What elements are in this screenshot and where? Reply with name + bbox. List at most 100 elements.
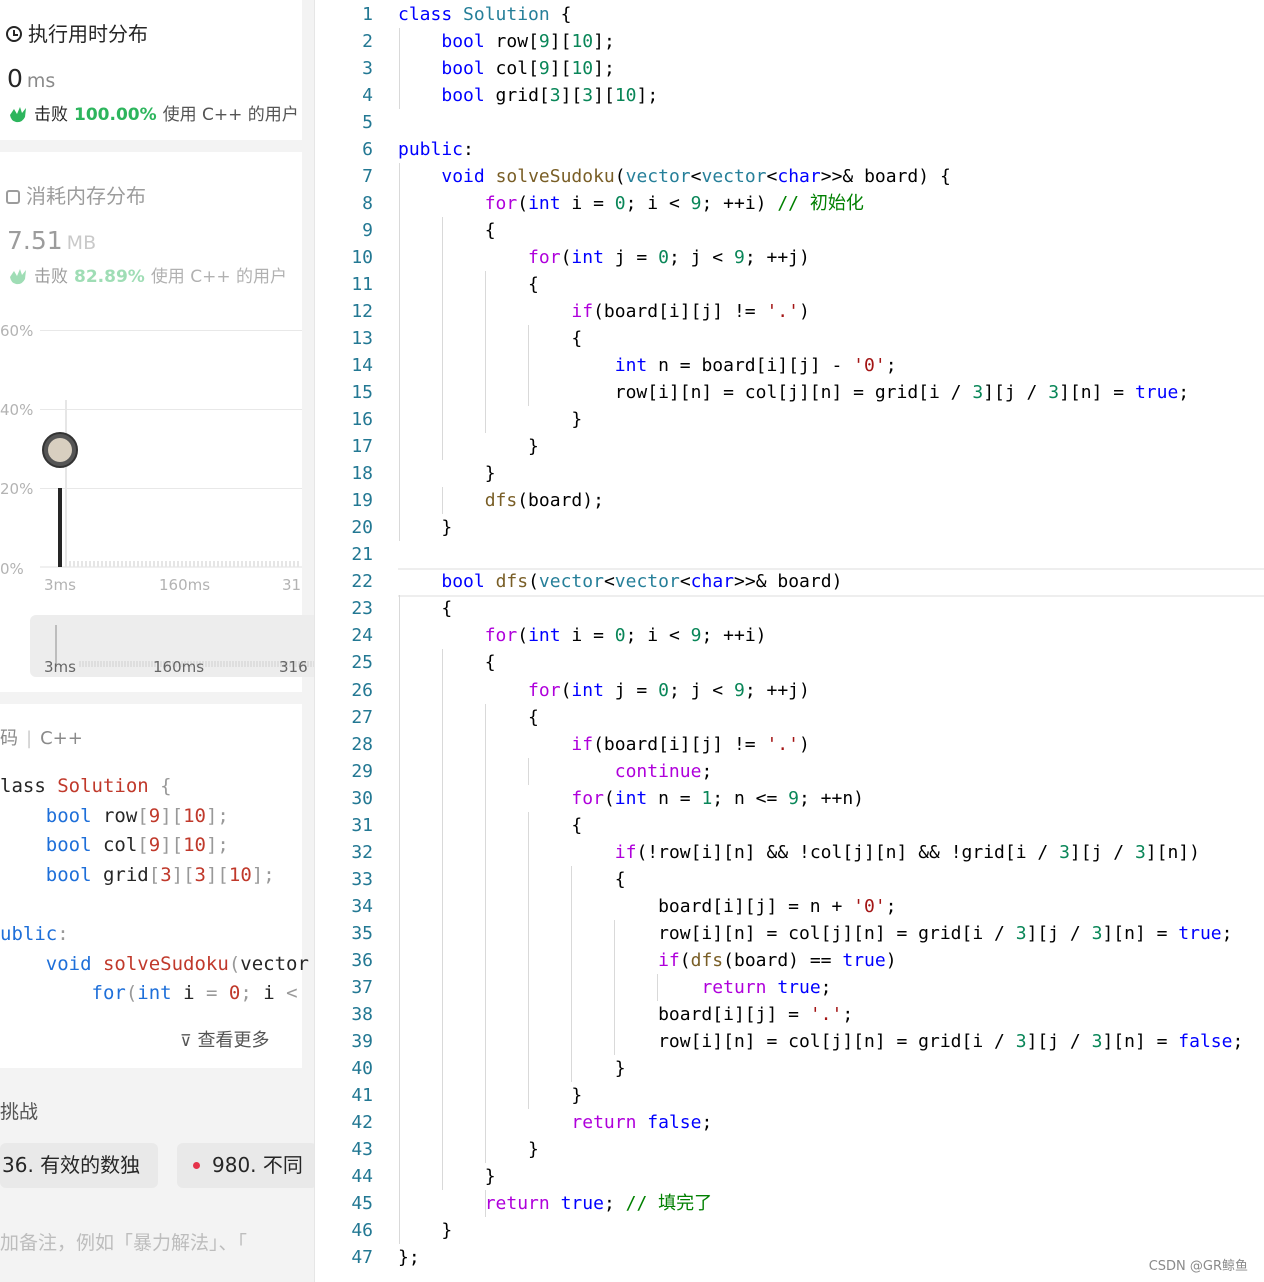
- preview-line: bool grid[3][3][10];: [45, 863, 275, 886]
- code-line[interactable]: 37 return true;: [316, 974, 1264, 1001]
- code-text: void solveSudoku(vector<vector<char>>& b…: [441, 166, 951, 188]
- x-tick: 160ms: [159, 576, 211, 594]
- line-number: 5: [362, 112, 373, 134]
- code-text: if(dfs(board) == true): [658, 949, 897, 971]
- code-line[interactable]: 35 row[i][n] = col[j][n] = grid[i / 3][j…: [316, 920, 1264, 947]
- code-text: }: [398, 463, 496, 485]
- line-number: 9: [362, 220, 373, 242]
- code-line[interactable]: 17 }: [316, 433, 1264, 460]
- code-line[interactable]: 40 }: [316, 1055, 1264, 1082]
- line-number: 42: [351, 1111, 373, 1133]
- code-editor[interactable]: 1 class Solution {2 bool row[9][10]; 3 boo…: [316, 0, 1264, 1282]
- code-line[interactable]: 16 }: [316, 406, 1264, 433]
- code-line[interactable]: 4 bool grid[3][3][10];: [316, 82, 1264, 109]
- code-line[interactable]: 28 if(board[i][j] != '.'): [316, 731, 1264, 758]
- code-line[interactable]: 5: [316, 109, 1264, 136]
- code-line[interactable]: 34 board[i][j] = n + '0';: [316, 893, 1264, 920]
- chart-plot: [40, 400, 302, 568]
- code-line[interactable]: 39 row[i][n] = col[j][n] = grid[i / 3][j…: [316, 1028, 1264, 1055]
- code-line[interactable]: 44 }: [316, 1163, 1264, 1190]
- code-line[interactable]: 29 continue;: [316, 758, 1264, 785]
- line-number: 30: [351, 787, 373, 809]
- code-text: return true;: [701, 976, 832, 998]
- difficulty-dot: [193, 1162, 200, 1169]
- code-line[interactable]: 8 for(int i = 0; i < 9; ++i) // 初始化: [316, 190, 1264, 217]
- line-number: 32: [351, 841, 373, 863]
- avatar[interactable]: [42, 432, 78, 468]
- code-line[interactable]: 9 {: [316, 217, 1264, 244]
- line-number: 20: [351, 517, 373, 539]
- code-line[interactable]: 26 for(int j = 0; j < 9; ++j): [316, 677, 1264, 704]
- code-line[interactable]: 22 bool dfs(vector<vector<char>>& board): [316, 568, 1264, 595]
- line-number: 16: [351, 409, 373, 431]
- line-number: 24: [351, 625, 373, 647]
- line-number: 8: [362, 193, 373, 215]
- code-line[interactable]: 33 {: [316, 866, 1264, 893]
- note-input[interactable]: 加备注，例如「暴力解法」、「: [0, 1228, 247, 1255]
- code-line[interactable]: 20 }: [316, 514, 1264, 541]
- code-line[interactable]: 18 }: [316, 460, 1264, 487]
- code-text: }: [398, 1138, 539, 1160]
- code-lang-label: 码 | C++: [0, 728, 83, 749]
- code-line[interactable]: 23 {: [316, 595, 1264, 622]
- code-line[interactable]: 1 class Solution {: [316, 1, 1264, 28]
- line-number: 40: [351, 1057, 373, 1079]
- line-number: 45: [351, 1192, 373, 1214]
- code-line[interactable]: 45 return true; // 填完了: [316, 1190, 1264, 1217]
- show-more-button[interactable]: ⊽ 查看更多: [180, 1026, 269, 1052]
- code-line[interactable]: 32 if(!row[i][n] && !col[j][n] && !grid[…: [316, 839, 1264, 866]
- line-number: 33: [351, 868, 373, 890]
- code-line[interactable]: 41 }: [316, 1082, 1264, 1109]
- code-line[interactable]: 36 if(dfs(board) == true): [316, 947, 1264, 974]
- code-line[interactable]: 15 row[i][n] = col[j][n] = grid[i / 3][j…: [316, 379, 1264, 406]
- watermark: CSDN @GR鲸鱼: [1148, 1259, 1248, 1274]
- code-line[interactable]: 6 public:: [316, 136, 1264, 163]
- code-text: }: [398, 436, 539, 458]
- code-text: class Solution {: [398, 4, 572, 25]
- code-text: {: [398, 868, 626, 890]
- line-number: 3: [362, 58, 373, 80]
- line-number: 15: [351, 382, 373, 404]
- code-line[interactable]: 21: [316, 541, 1264, 568]
- code-line[interactable]: 46 }: [316, 1217, 1264, 1244]
- preview-line: lass Solution {: [0, 775, 172, 797]
- line-number: 43: [351, 1138, 373, 1160]
- code-line[interactable]: 25 {: [316, 649, 1264, 676]
- line-number: 14: [351, 355, 373, 377]
- line-number: 38: [351, 1003, 373, 1025]
- code-line[interactable]: 10 for(int j = 0; j < 9; ++j): [316, 244, 1264, 271]
- line-number: 44: [351, 1165, 373, 1187]
- range-slider[interactable]: 3ms 160ms 316: [30, 615, 314, 677]
- code-line[interactable]: 47};: [316, 1244, 1264, 1271]
- code-line[interactable]: 3 bool col[9][10];: [316, 55, 1264, 82]
- code-text: };: [398, 1246, 420, 1268]
- code-line[interactable]: 13 {: [316, 325, 1264, 352]
- code-line[interactable]: 7 void solveSudoku(vector<vector<char>>&…: [316, 163, 1264, 190]
- code-line[interactable]: 14 int n = board[i][j] - '0';: [316, 352, 1264, 379]
- code-text: bool row[9][10];: [441, 31, 615, 53]
- code-text: for(int j = 0; j < 9; ++j): [528, 247, 810, 269]
- line-number: 28: [351, 733, 373, 755]
- line-number: 39: [351, 1030, 373, 1052]
- code-line[interactable]: 24 for(int i = 0; i < 9; ++i): [316, 622, 1264, 649]
- code-text: row[i][n] = col[j][n] = grid[i / 3][j / …: [398, 922, 1233, 944]
- code-line[interactable]: 2 bool row[9][10];: [316, 28, 1264, 55]
- preview-line: bool col[9][10];: [45, 834, 229, 857]
- code-line[interactable]: 30 for(int n = 1; n <= 9; ++n): [316, 785, 1264, 812]
- code-line[interactable]: 11 {: [316, 271, 1264, 298]
- code-line[interactable]: 27 {: [316, 704, 1264, 731]
- submission-detail-panel: 执行用时分布 0 ms 击败 100.00% 使用 C++ 的用户 消耗内存分布 7.…: [0, 0, 315, 1282]
- x-tick: 3ms: [44, 576, 76, 594]
- code-line[interactable]: 31 {: [316, 812, 1264, 839]
- code-line[interactable]: 19 dfs(board);: [316, 487, 1264, 514]
- code-line[interactable]: 43 }: [316, 1136, 1264, 1163]
- code-text: if(!row[i][n] && !col[j][n] && !grid[i /…: [614, 841, 1200, 863]
- line-number: 29: [351, 760, 373, 782]
- code-line[interactable]: 42 return false;: [316, 1109, 1264, 1136]
- code-line[interactable]: 38 board[i][j] = '.';: [316, 1001, 1264, 1028]
- line-number: 10: [351, 247, 373, 269]
- code-line[interactable]: 12 if(board[i][j] != '.'): [316, 298, 1264, 325]
- related-problem-chip[interactable]: 980. 不同: [177, 1143, 314, 1188]
- line-number: 26: [351, 679, 373, 701]
- related-problem-chip[interactable]: 36. 有效的数独: [0, 1143, 158, 1188]
